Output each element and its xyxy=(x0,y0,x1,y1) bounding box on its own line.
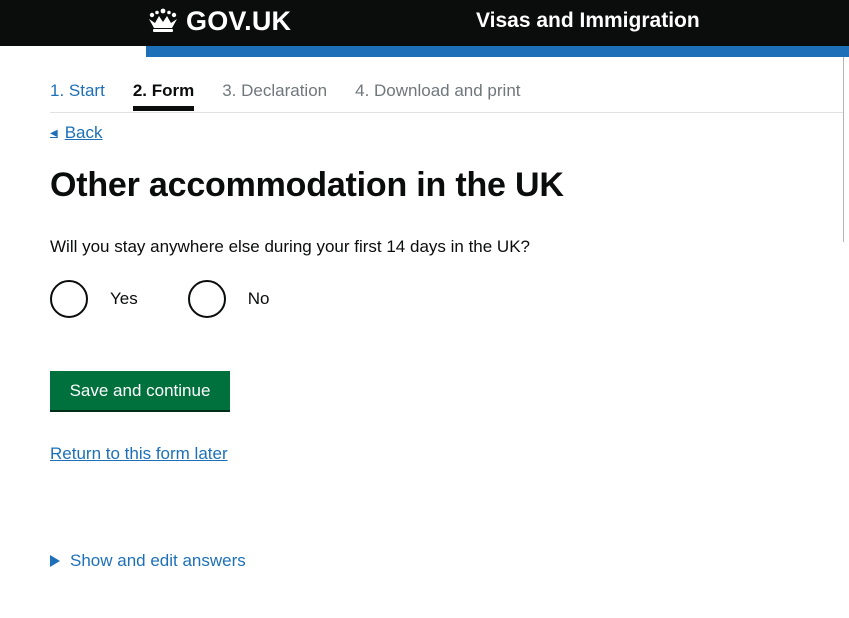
step-download-print: 4. Download and print xyxy=(355,81,521,100)
govuk-logo-link[interactable]: GOV.UK xyxy=(146,6,291,36)
service-name-link[interactable]: Visas and Immigration xyxy=(476,8,700,34)
radio-no[interactable]: No xyxy=(187,280,270,318)
radio-group: Yes No xyxy=(50,280,269,318)
page-edge-divider xyxy=(843,57,844,242)
return-later-link[interactable]: Return to this form later xyxy=(50,444,228,464)
triangle-left-icon: ◀ xyxy=(50,127,58,139)
page-title: Other accommodation in the UK xyxy=(50,166,564,204)
radio-yes-label[interactable]: Yes xyxy=(110,288,138,310)
question-text: Will you stay anywhere else during your … xyxy=(50,237,531,256)
back-link[interactable]: ◀ Back xyxy=(50,123,103,143)
step-navigation: 1. Start 2. Form 3. Declaration 4. Downl… xyxy=(50,80,549,112)
steps-divider xyxy=(50,112,843,113)
site-header: GOV.UK Visas and Immigration xyxy=(0,0,849,46)
step-declaration: 3. Declaration xyxy=(222,81,328,100)
radio-no-circle[interactable] xyxy=(187,280,226,318)
radio-no-label[interactable]: No xyxy=(248,288,270,310)
triangle-right-icon xyxy=(50,555,60,567)
show-edit-answers-label: Show and edit answers xyxy=(70,551,246,570)
header-accent-bar xyxy=(146,46,849,57)
save-and-continue-button[interactable]: Save and continue xyxy=(50,371,230,410)
crown-icon xyxy=(149,8,177,32)
step-start[interactable]: 1. Start xyxy=(50,80,105,112)
logo-text: GOV.UK xyxy=(186,6,292,36)
radio-yes[interactable]: Yes xyxy=(50,280,138,318)
show-edit-answers-toggle[interactable]: Show and edit answers xyxy=(50,550,246,572)
step-form: 2. Form xyxy=(132,80,195,112)
radio-yes-circle[interactable] xyxy=(50,280,88,318)
back-link-label: Back xyxy=(64,123,103,142)
